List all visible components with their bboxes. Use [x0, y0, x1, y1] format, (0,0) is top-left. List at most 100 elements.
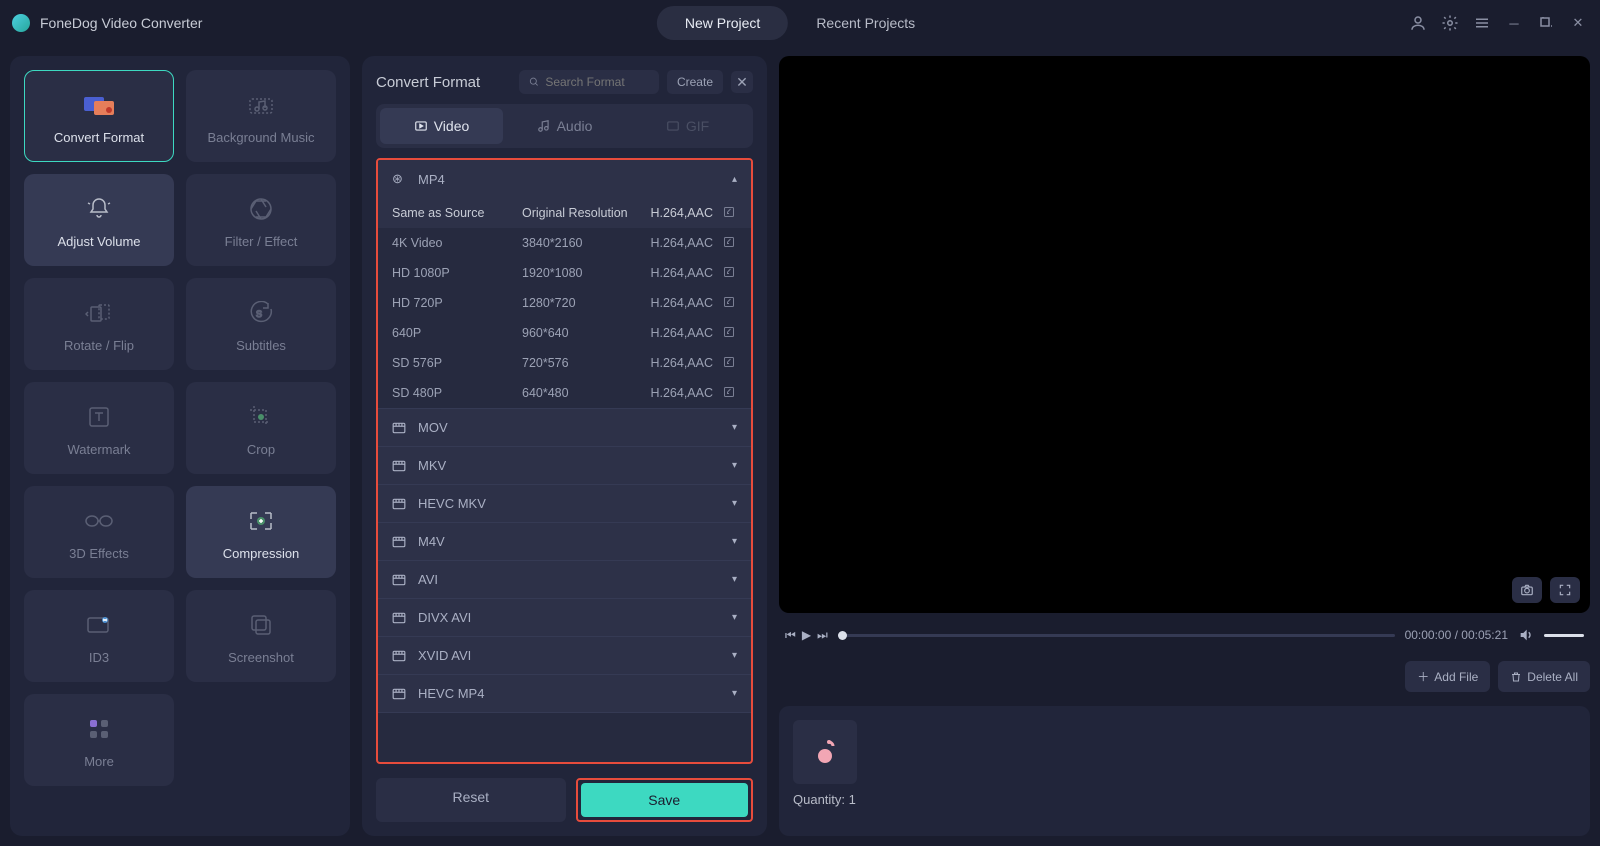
fullscreen-button[interactable]: [1550, 577, 1580, 603]
tool-label: Subtitles: [236, 338, 286, 353]
gear-icon[interactable]: [1440, 13, 1460, 33]
grid-icon: [82, 712, 116, 746]
tool-label: ID3: [89, 650, 109, 665]
volume-slider[interactable]: [1544, 634, 1584, 637]
format-option[interactable]: SD 576P720*576H.264,AAC: [378, 348, 751, 378]
rotate-icon: [82, 296, 116, 330]
glasses-icon: [82, 504, 116, 538]
edit-icon[interactable]: [723, 236, 737, 250]
film-icon: [392, 422, 410, 434]
format-option[interactable]: HD 1080P1920*1080H.264,AAC: [378, 258, 751, 288]
tag-icon: [82, 608, 116, 642]
format-option[interactable]: 640P960*640H.264,AAC: [378, 318, 751, 348]
music-icon: [244, 88, 278, 122]
user-icon[interactable]: [1408, 13, 1428, 33]
create-button[interactable]: Create: [667, 70, 723, 94]
prev-button[interactable]: ⏮: [785, 628, 796, 643]
subtitle-icon: S: [244, 296, 278, 330]
tool-sidebar: Convert Format Background Music Adjust V…: [10, 56, 350, 836]
search-input[interactable]: [519, 70, 659, 94]
format-option[interactable]: Same as SourceOriginal ResolutionH.264,A…: [378, 198, 751, 228]
video-icon: [414, 119, 428, 133]
format-group-m4v[interactable]: M4V▾: [378, 523, 751, 560]
format-group-xvid-avi[interactable]: XVID AVI▾: [378, 637, 751, 674]
tool-label: Rotate / Flip: [64, 338, 134, 353]
aperture-icon: [244, 192, 278, 226]
close-panel-button[interactable]: ✕: [731, 71, 753, 93]
queue-quantity: Quantity: 1: [793, 792, 857, 807]
menu-icon[interactable]: [1472, 13, 1492, 33]
player-controls: ⏮ ▶ ⏭ 00:00:00 / 00:05:21: [779, 623, 1590, 647]
tool-id3[interactable]: ID3: [24, 590, 174, 682]
format-group-mp4[interactable]: ⊛ MP4 ▴: [378, 160, 751, 198]
add-file-button[interactable]: ＋Add File: [1405, 661, 1490, 692]
format-group-hevc-mp4[interactable]: HEVC MP4▾: [378, 675, 751, 712]
format-option[interactable]: SD 480P640*480H.264,AAC: [378, 378, 751, 408]
tool-more[interactable]: More: [24, 694, 174, 786]
tool-compression[interactable]: Compression: [186, 486, 336, 578]
film-icon: [392, 612, 410, 624]
format-group-hevc-mkv[interactable]: HEVC MKV▾: [378, 485, 751, 522]
tab-recent-projects[interactable]: Recent Projects: [788, 6, 943, 40]
tool-background-music[interactable]: Background Music: [186, 70, 336, 162]
tool-subtitles[interactable]: S Subtitles: [186, 278, 336, 370]
tool-label: Adjust Volume: [57, 234, 140, 249]
tool-label: 3D Effects: [69, 546, 129, 561]
tool-3d-effects[interactable]: 3D Effects: [24, 486, 174, 578]
next-button[interactable]: ⏭: [817, 628, 828, 643]
tool-rotate-flip[interactable]: Rotate / Flip: [24, 278, 174, 370]
tool-label: Compression: [223, 546, 300, 561]
tool-filter-effect[interactable]: Filter / Effect: [186, 174, 336, 266]
format-group-avi[interactable]: AVI▾: [378, 561, 751, 598]
chevron-down-icon: ▾: [732, 574, 737, 585]
save-button[interactable]: Save: [581, 783, 749, 817]
tab-video[interactable]: Video: [380, 108, 503, 144]
video-preview: [779, 56, 1590, 613]
format-option[interactable]: 4K Video3840*2160H.264,AAC: [378, 228, 751, 258]
delete-all-button[interactable]: Delete All: [1498, 661, 1590, 692]
film-icon: [392, 574, 410, 586]
edit-icon[interactable]: [723, 356, 737, 370]
snapshot-button[interactable]: [1512, 577, 1542, 603]
film-icon: [392, 498, 410, 510]
close-button[interactable]: ✕: [1568, 13, 1588, 33]
edit-icon[interactable]: [723, 326, 737, 340]
gif-icon: [666, 119, 680, 133]
tool-screenshot[interactable]: Screenshot: [186, 590, 336, 682]
tool-label: Filter / Effect: [225, 234, 298, 249]
text-icon: [82, 400, 116, 434]
edit-icon[interactable]: [723, 206, 737, 220]
format-group-mov[interactable]: MOV▾: [378, 409, 751, 446]
format-group-mkv[interactable]: MKV▾: [378, 447, 751, 484]
chevron-up-icon: ▴: [732, 174, 737, 185]
maximize-button[interactable]: [1536, 13, 1556, 33]
tab-new-project[interactable]: New Project: [657, 6, 788, 40]
tab-audio[interactable]: Audio: [503, 108, 626, 144]
search-icon: [529, 76, 539, 88]
queue-item[interactable]: Quantity: 1: [793, 720, 857, 822]
layers-icon: [244, 608, 278, 642]
edit-icon[interactable]: [723, 386, 737, 400]
tool-watermark[interactable]: Watermark: [24, 382, 174, 474]
progress-bar[interactable]: [838, 634, 1395, 637]
app-logo: [12, 14, 30, 32]
chevron-down-icon: ▾: [732, 612, 737, 623]
film-icon: [392, 688, 410, 700]
edit-icon[interactable]: [723, 266, 737, 280]
format-group-divx-avi[interactable]: DIVX AVI▾: [378, 599, 751, 636]
edit-icon[interactable]: [723, 296, 737, 310]
format-option[interactable]: HD 720P1280*720H.264,AAC: [378, 288, 751, 318]
panel-title: Convert Format: [376, 74, 511, 91]
film-icon: [392, 650, 410, 662]
svg-text:S: S: [256, 309, 262, 319]
tool-convert-format[interactable]: Convert Format: [24, 70, 174, 162]
tool-crop[interactable]: Crop: [186, 382, 336, 474]
tool-adjust-volume[interactable]: Adjust Volume: [24, 174, 174, 266]
tab-gif[interactable]: GIF: [626, 108, 749, 144]
chevron-down-icon: ▾: [732, 650, 737, 661]
play-button[interactable]: ▶: [802, 628, 811, 643]
minimize-button[interactable]: ─: [1504, 13, 1524, 33]
volume-icon[interactable]: [1518, 627, 1534, 643]
reset-button[interactable]: Reset: [376, 778, 566, 822]
chevron-down-icon: ▾: [732, 498, 737, 509]
